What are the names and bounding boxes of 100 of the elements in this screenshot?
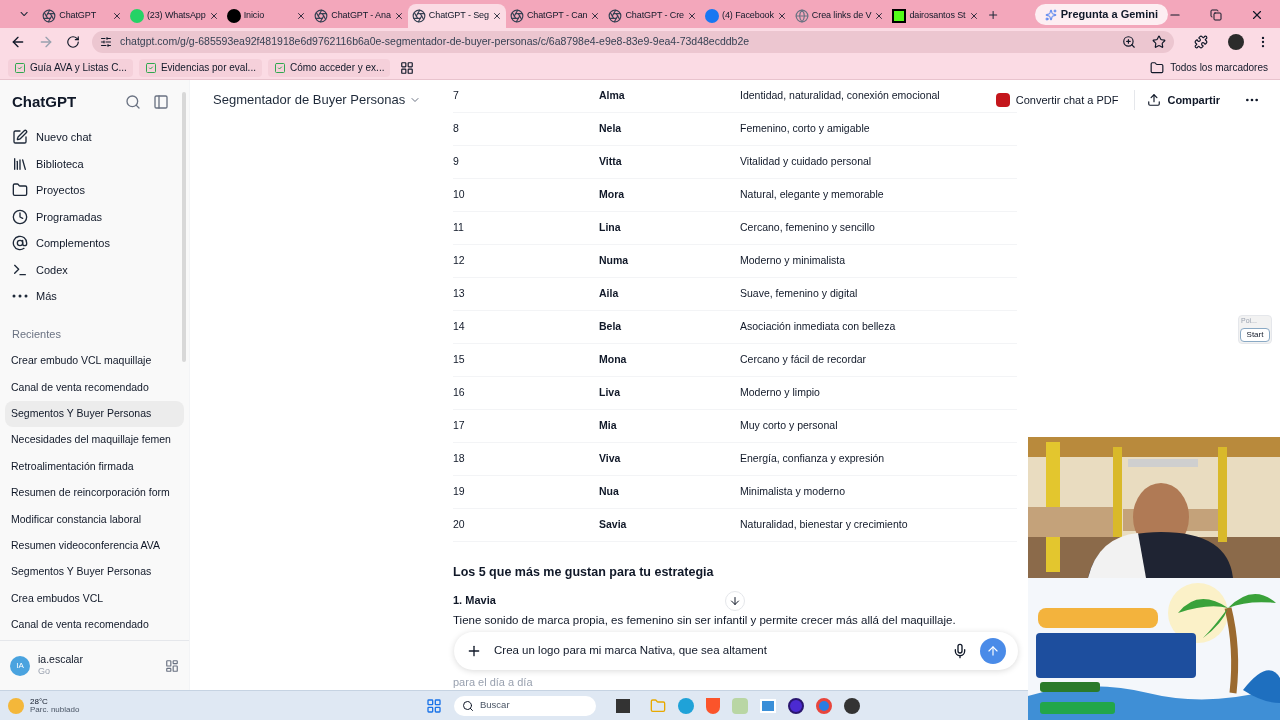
table-cell-text: Nela xyxy=(599,121,623,137)
address-bar[interactable]: chatgpt.com/g/g-685593ea92f481918e6d9762116b6a0e-segmentador-de-buyer-personas/c/6a8798e4-e9e8-83e9-9ea4-73d48ecddb2e xyxy=(92,31,1174,53)
table-cell-text: 18 xyxy=(453,451,466,467)
tab-title: ChatGPT xyxy=(59,9,98,23)
table-cell: Asociación inmediata con belleza xyxy=(740,319,896,335)
nav-item[interactable]: Programadas xyxy=(0,203,189,230)
browser-tab[interactable]: (4) Facebook xyxy=(701,4,791,28)
section-heading: Recientes xyxy=(11,326,62,342)
browser-tab[interactable]: ChatGPT - Ana xyxy=(310,4,408,28)
table-cell-text: Savia xyxy=(599,517,628,533)
brand-name: ChatGPT xyxy=(12,91,78,112)
table-cell: Cercano, femenino y sencillo xyxy=(740,220,875,236)
browser-tab[interactable]: ChatGPT - Seg xyxy=(407,4,506,28)
table-cell-text: 13 xyxy=(453,286,466,302)
table-cell-text: Mora xyxy=(599,187,626,203)
table-cell-text: Liva xyxy=(599,385,621,401)
table-cell: Moderno y minimalista xyxy=(740,253,846,269)
table-cell-text: 16 xyxy=(453,385,466,401)
browser-tab[interactable]: Crea links de V xyxy=(790,4,889,28)
browser-tab[interactable]: ChatGPT - Can xyxy=(505,4,605,28)
message-composer[interactable]: Crea un logo para mi marca Nativa, que sea altament xyxy=(454,632,1018,670)
weather-condition: Parc. nublado xyxy=(30,705,80,714)
tab-title: Crea links de V xyxy=(811,9,872,23)
table-cell-text: 11 xyxy=(453,220,465,236)
table-cell: Minimalista y moderno xyxy=(740,484,846,500)
table-cell: Identidad, naturalidad, conexión emocional xyxy=(740,88,940,104)
table-cell-text: 20 xyxy=(453,517,466,533)
table-cell-text: Aila xyxy=(599,286,620,302)
bookmark[interactable]: Evidencias por eval... xyxy=(138,58,262,77)
table-cell-text: 17 xyxy=(453,418,466,434)
recent-chat[interactable]: Retroalimentación firmada xyxy=(5,453,184,480)
table-cell-text: 8 xyxy=(453,121,460,137)
table-cell-text: 10 xyxy=(453,187,466,203)
tab-title: ChatGPT - Cre xyxy=(625,9,685,23)
recent-chat[interactable]: Necesidades del maquillaje femen xyxy=(5,427,184,454)
table-cell-text: Bela xyxy=(599,319,623,335)
all-bookmarks[interactable]: Todos los marcadores xyxy=(1150,60,1272,75)
table-cell: Naturalidad, bienestar y crecimiento xyxy=(740,517,908,533)
tab-title: (23) WhatsApp xyxy=(146,9,206,23)
nav-item[interactable]: Nuevo chat xyxy=(0,124,189,151)
tab-title: (4) Facebook xyxy=(722,9,774,23)
tab-title: ChatGPT - Seg xyxy=(428,9,489,23)
start-button[interactable]: Start xyxy=(1240,327,1270,342)
table-cell-text: Nua xyxy=(599,484,620,500)
table-cell: Cercano y fácil de recordar xyxy=(740,352,867,368)
table-cell-text: Viva xyxy=(599,451,622,467)
tab-title: ChatGPT - Can xyxy=(526,9,588,23)
browser-tab[interactable]: (23) WhatsApp xyxy=(125,4,223,28)
tab-title: ChatGPT - Ana xyxy=(331,9,391,23)
taskbar-search-field[interactable]: Buscar xyxy=(454,695,596,716)
recent-chat[interactable]: Resumen videoconferencia AVA xyxy=(5,532,184,560)
table-cell-text: Lina xyxy=(599,220,622,236)
user-name: ia.escalar xyxy=(38,653,84,667)
nav-item[interactable]: Biblioteca xyxy=(0,150,189,177)
table-cell-text: Mona xyxy=(599,352,628,368)
recent-chat[interactable]: Segmentos Y Buyer Personas xyxy=(5,559,184,586)
tab-title: dairosantos St xyxy=(909,9,966,23)
tab-title: Inicio xyxy=(243,9,266,23)
faded-text: para el día a día xyxy=(453,674,534,690)
gemini-button[interactable]: Pregunta a Gemini xyxy=(1034,4,1168,25)
table-cell-text: 9 xyxy=(453,154,460,170)
table-cell-text: 19 xyxy=(453,484,466,500)
nav-item[interactable]: Proyectos xyxy=(0,177,189,204)
table-cell-text: 7 xyxy=(453,88,460,104)
table-cell-text: 12 xyxy=(453,253,466,269)
recent-chat[interactable]: Modificar constancia laboral xyxy=(5,506,184,533)
browser-tab[interactable]: ChatGPT - Cre xyxy=(604,4,702,28)
browser-tab[interactable]: Inicio xyxy=(222,4,311,28)
share-button[interactable]: Compartir xyxy=(1147,91,1220,109)
recent-chat[interactable]: Canal de venta recomendado xyxy=(5,611,184,639)
browser-tab[interactable]: ChatGPT xyxy=(38,4,126,28)
table-cell: Muy corto y personal xyxy=(740,418,838,434)
recent-chat[interactable]: Resumen de reincorporación form xyxy=(5,479,184,507)
table-cell-text: Numa xyxy=(599,253,630,269)
browser-tab[interactable]: dairosantos St xyxy=(888,4,983,28)
section-heading: Los 5 que más me gustan para tu estrategia xyxy=(453,564,715,581)
url-text: chatgpt.com/g/g-685593ea92f481918e6d9762116b6a0e-segmentador-de-buyer-personas/c/6a8798e4-e9e8-83e9-9ea4-73d48ecddb2e xyxy=(120,34,751,50)
nav-item[interactable]: Complementos xyxy=(0,230,189,257)
table-cell: Vitalidad y cuidado personal xyxy=(740,154,872,170)
nav-item[interactable]: Codex xyxy=(0,256,189,283)
nav-item[interactable]: Más xyxy=(0,283,189,310)
user-avatar: IA xyxy=(10,655,30,676)
table-cell: Femenino, corto y amigable xyxy=(740,121,870,137)
recent-chat[interactable]: Canal de venta recomendado xyxy=(5,374,184,401)
table-cell-text: 14 xyxy=(453,319,466,335)
recent-chat[interactable]: Crear embudo VCL maquillaje xyxy=(5,348,184,375)
bookmark[interactable]: Guía AVA y Listas C... xyxy=(8,58,133,77)
table-cell-text: Alma xyxy=(599,88,626,104)
table-cell-text: Vitta xyxy=(599,154,623,170)
user-plan: Go xyxy=(38,666,51,678)
table-cell: Suave, femenino y digital xyxy=(740,286,858,302)
table-cell: Energía, confianza y expresión xyxy=(740,451,885,467)
table-cell-text: 15 xyxy=(453,352,466,368)
recent-chat[interactable]: Crea embudos VCL xyxy=(5,585,184,612)
message-input[interactable]: Crea un logo para mi marca Nativa, que sea altament xyxy=(494,642,940,660)
table-cell: Moderno y limpio xyxy=(740,385,820,401)
recent-chat[interactable]: Segmentos Y Buyer Personas xyxy=(5,400,184,428)
bookmark[interactable]: Cómo acceder y ex... xyxy=(267,58,391,77)
table-cell: Natural, elegante y memorable xyxy=(740,187,884,203)
table-cell-text: Mia xyxy=(599,418,618,434)
